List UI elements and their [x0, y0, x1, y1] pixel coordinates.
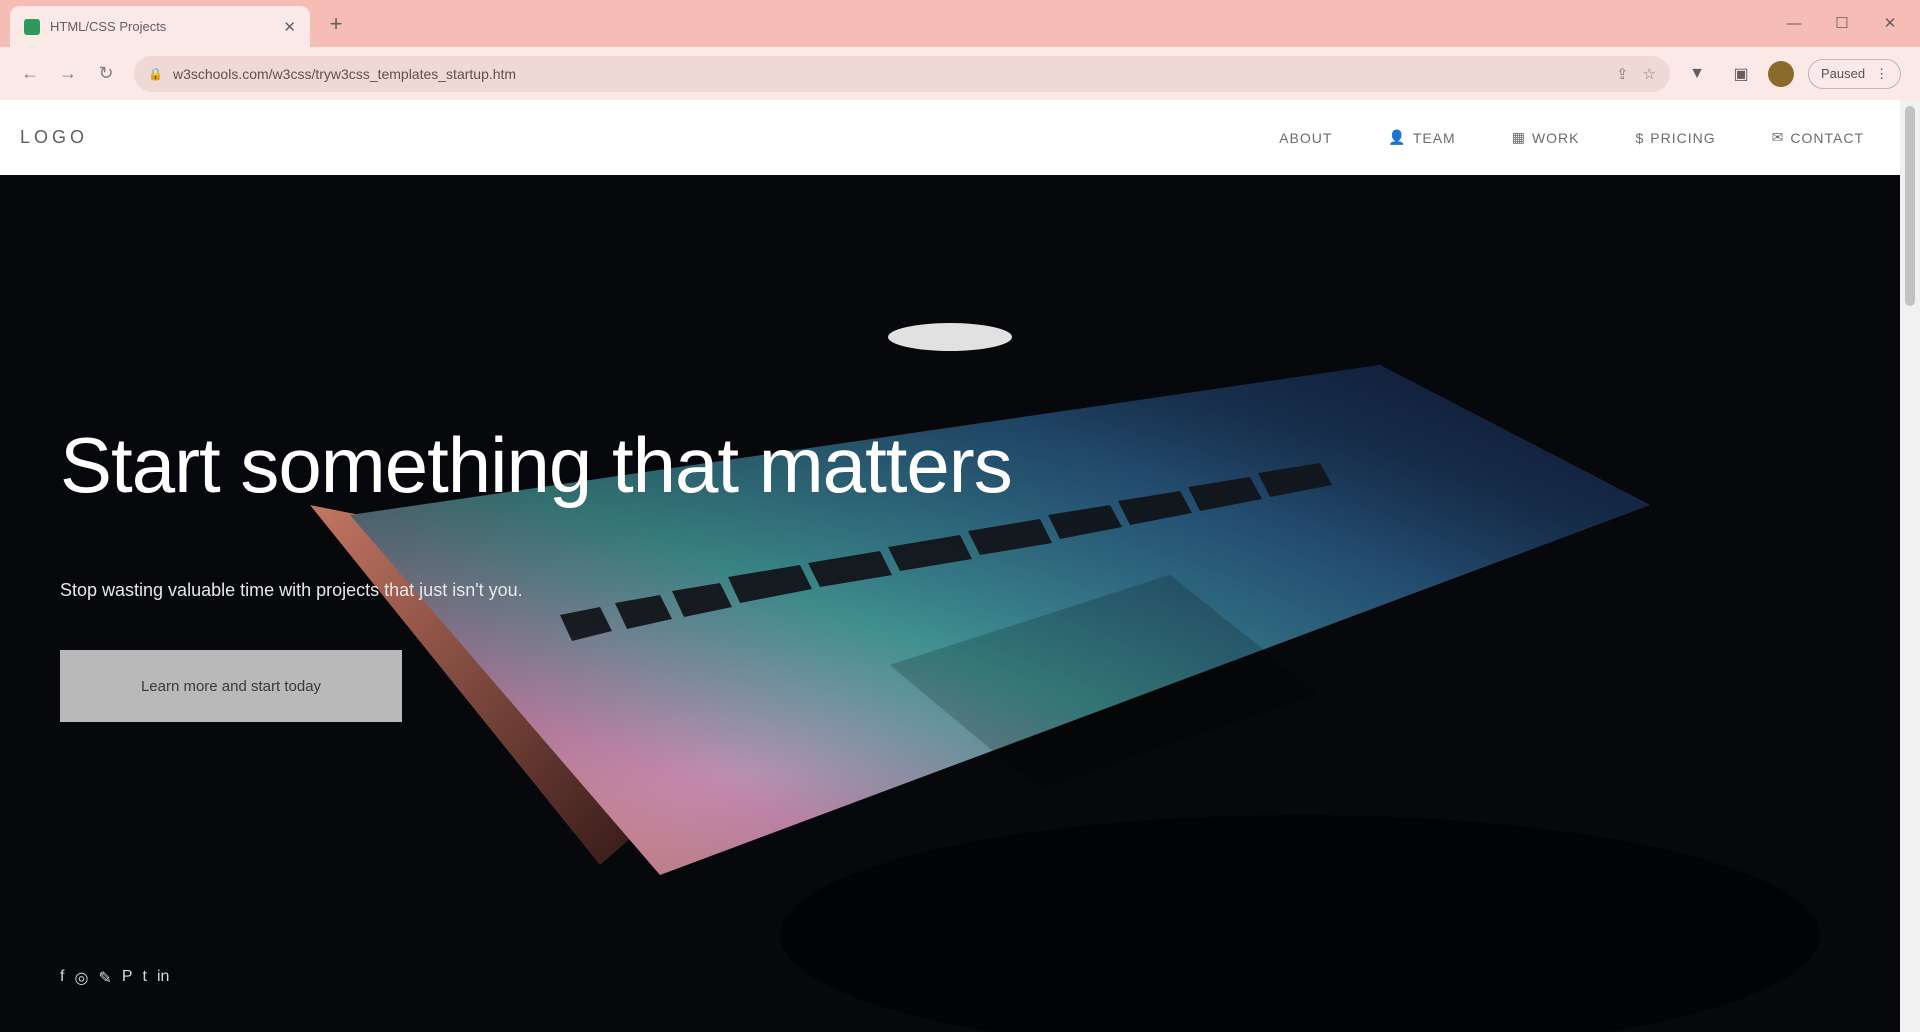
pinterest-icon[interactable]: P — [122, 968, 133, 988]
nav-work[interactable]: ▦ WORK — [1512, 129, 1580, 146]
browser-tab-bar: HTML/CSS Projects ✕ + — ☐ ✕ — [0, 0, 1920, 47]
envelope-icon: ✉ — [1771, 129, 1785, 145]
nav-pricing[interactable]: $ PRICING — [1636, 129, 1716, 146]
apple-logo-glow — [888, 323, 1012, 351]
back-button[interactable]: ← — [12, 56, 48, 92]
dollar-icon: $ — [1635, 129, 1645, 146]
nav-work-label: WORK — [1531, 129, 1580, 146]
new-tab-button[interactable]: + — [322, 10, 350, 38]
linkedin-icon[interactable]: in — [157, 968, 169, 988]
nav-pricing-label: PRICING — [1650, 129, 1716, 146]
hero-section: Start something that matters Stop wastin… — [0, 175, 1900, 1032]
nav-team-label: TEAM — [1412, 129, 1456, 146]
extension-icon[interactable]: ▼ — [1680, 57, 1714, 91]
site-nav: ABOUT 👤 TEAM ▦ WORK $ PRICING ✉ CONTACT — [1273, 129, 1864, 146]
twitter-icon[interactable]: t — [143, 968, 147, 988]
facebook-icon[interactable]: f — [60, 968, 64, 988]
address-bar[interactable]: 🔒 w3schools.com/w3css/tryw3css_templates… — [134, 55, 1670, 92]
page-scrollbar[interactable] — [1900, 100, 1920, 1032]
nav-team[interactable]: 👤 TEAM — [1388, 129, 1455, 146]
share-icon[interactable]: ⇪ — [1616, 65, 1629, 83]
page-viewport: LOGO ABOUT 👤 TEAM ▦ WORK $ PRICING ✉ CON… — [0, 100, 1920, 1032]
social-links: f ◎ ✎ P t in — [60, 968, 169, 988]
site-logo[interactable]: LOGO — [20, 127, 88, 148]
profile-status-pill[interactable]: Paused ⋮ — [1808, 58, 1902, 89]
site-header: LOGO ABOUT 👤 TEAM ▦ WORK $ PRICING ✉ CON… — [0, 100, 1900, 175]
nav-about-label: ABOUT — [1279, 129, 1333, 146]
tab-title: HTML/CSS Projects — [50, 19, 167, 34]
tab-close-icon[interactable]: ✕ — [283, 18, 296, 36]
bookmark-star-icon[interactable]: ☆ — [1643, 65, 1656, 83]
browser-menu-icon[interactable]: ⋮ — [1875, 66, 1888, 82]
maximize-button[interactable]: ☐ — [1820, 6, 1864, 40]
favicon-icon — [24, 18, 40, 35]
sidepanel-icon[interactable]: ▣ — [1724, 57, 1758, 91]
snapchat-icon[interactable]: ✎ — [98, 968, 111, 988]
learn-more-button[interactable]: Learn more and start today — [60, 650, 402, 722]
forward-button[interactable]: → — [50, 56, 86, 92]
hero-laptop-image — [310, 323, 1820, 1032]
nav-contact[interactable]: ✉ CONTACT — [1772, 129, 1864, 146]
grid-icon: ▦ — [1511, 129, 1526, 145]
hero-title: Start something that matters — [60, 421, 1013, 509]
scrollbar-thumb[interactable] — [1905, 106, 1915, 306]
reload-button[interactable]: ↻ — [88, 56, 124, 92]
close-window-button[interactable]: ✕ — [1868, 6, 1912, 40]
browser-tab[interactable]: HTML/CSS Projects ✕ — [10, 6, 310, 47]
lock-icon: 🔒 — [148, 66, 163, 81]
minimize-button[interactable]: — — [1772, 6, 1816, 40]
browser-toolbar: ← → ↻ 🔒 w3schools.com/w3css/tryw3css_tem… — [0, 47, 1920, 100]
user-icon: 👤 — [1388, 129, 1407, 145]
profile-avatar[interactable] — [1768, 60, 1794, 87]
nav-about[interactable]: ABOUT — [1273, 129, 1332, 146]
url-text[interactable]: w3schools.com/w3css/tryw3css_templates_s… — [173, 66, 1602, 82]
instagram-icon[interactable]: ◎ — [74, 968, 88, 988]
nav-contact-label: CONTACT — [1790, 129, 1864, 146]
window-controls: — ☐ ✕ — [1772, 6, 1912, 40]
profile-status-label: Paused — [1821, 66, 1866, 81]
hero-subtitle: Stop wasting valuable time with projects… — [60, 580, 523, 600]
